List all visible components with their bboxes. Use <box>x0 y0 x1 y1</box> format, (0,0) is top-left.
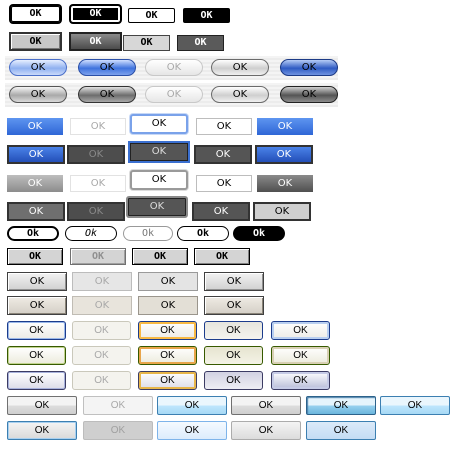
ok-button[interactable]: OK <box>211 59 269 76</box>
ok-button[interactable]: OK <box>7 175 63 192</box>
ok-button[interactable]: OK <box>7 346 66 365</box>
ok-button[interactable]: OK <box>257 175 313 192</box>
ok-button[interactable]: OK <box>204 371 263 390</box>
ok-button[interactable]: OK <box>78 86 136 103</box>
ok-button[interactable]: OK <box>192 202 250 221</box>
ok-button[interactable]: OK <box>7 202 65 221</box>
ok-button[interactable]: OK <box>204 321 263 340</box>
ok-button[interactable]: OK <box>157 421 227 440</box>
ok-button[interactable]: OK <box>128 8 175 23</box>
ok-button[interactable]: OK <box>7 118 63 135</box>
ok-button[interactable]: OK <box>138 296 198 315</box>
ok-button[interactable]: OK <box>194 145 252 164</box>
ok-button[interactable]: OK <box>204 346 263 365</box>
ok-button[interactable]: OK <box>306 421 376 440</box>
ok-button[interactable]: OK <box>70 118 126 135</box>
ok-button[interactable]: OK <box>72 321 131 340</box>
ok-button[interactable]: OK <box>204 272 264 291</box>
ok-button[interactable]: OK <box>196 175 252 192</box>
ok-button[interactable]: OK <box>83 421 153 440</box>
ok-button[interactable]: OK <box>78 59 136 76</box>
ok-button[interactable]: Ok <box>123 226 173 241</box>
ok-button[interactable]: OK <box>72 296 132 315</box>
ok-button[interactable]: OK <box>83 396 153 415</box>
ok-button[interactable]: OK <box>255 145 313 164</box>
ok-button[interactable]: OK <box>280 59 338 76</box>
ok-button[interactable]: OK <box>271 371 330 390</box>
ok-button[interactable]: OK <box>211 86 269 103</box>
ok-button[interactable]: OK <box>253 202 311 221</box>
ok-button[interactable]: OK <box>67 202 125 221</box>
ok-button[interactable]: Ok <box>7 226 59 241</box>
ok-button[interactable]: OK <box>70 175 126 192</box>
ok-button[interactable]: OK <box>130 170 188 190</box>
ok-button[interactable]: OK <box>67 145 125 164</box>
ok-button[interactable]: Ok <box>65 226 117 241</box>
ok-button[interactable]: Ok <box>177 226 229 241</box>
ok-button[interactable]: OK <box>271 321 330 340</box>
ok-button[interactable]: OK <box>138 371 197 390</box>
ok-button[interactable]: OK <box>7 145 65 164</box>
ok-button[interactable]: OK <box>157 396 227 415</box>
ok-button[interactable]: OK <box>9 32 62 51</box>
ok-button[interactable]: Ok <box>233 226 285 241</box>
ok-button[interactable]: OK <box>271 346 330 365</box>
ok-button[interactable]: OK <box>7 272 67 291</box>
ok-button[interactable]: OK <box>231 421 301 440</box>
ok-button[interactable]: OK <box>177 35 224 51</box>
ok-button[interactable]: OK <box>132 248 188 265</box>
ok-button[interactable]: OK <box>123 35 170 51</box>
ok-button[interactable]: OK <box>7 296 67 315</box>
ok-button[interactable]: OK <box>7 421 77 440</box>
ok-button[interactable]: OK <box>257 118 313 135</box>
ok-button[interactable]: OK <box>194 248 250 265</box>
ok-button[interactable]: OK <box>145 59 203 76</box>
button-skin-gallery: { "gallery": { "rows": [ {"name": "class… <box>0 0 474 456</box>
ok-button[interactable]: OK <box>280 86 338 103</box>
ok-button[interactable]: OK <box>72 346 131 365</box>
ok-button[interactable]: OK <box>9 59 67 76</box>
ok-button[interactable]: OK <box>7 396 77 415</box>
ok-button[interactable]: OK <box>380 396 450 415</box>
ok-button[interactable]: OK <box>231 396 301 415</box>
ok-button[interactable]: OK <box>69 4 122 24</box>
ok-button[interactable]: OK <box>9 86 67 103</box>
ok-button[interactable]: OK <box>306 396 376 415</box>
ok-button[interactable]: OK <box>9 4 62 24</box>
ok-button[interactable]: OK <box>7 248 63 265</box>
ok-button[interactable]: OK <box>196 118 252 135</box>
ok-button[interactable]: OK <box>7 321 66 340</box>
ok-button[interactable]: OK <box>145 86 203 103</box>
ok-button[interactable]: OK <box>138 321 197 340</box>
ok-button[interactable]: OK <box>130 114 188 134</box>
ok-button[interactable]: OK <box>70 248 126 265</box>
ok-button[interactable]: OK <box>204 296 264 315</box>
ok-button[interactable]: OK <box>183 8 230 23</box>
ok-button[interactable]: OK <box>138 272 198 291</box>
ok-button[interactable]: OK <box>7 371 66 390</box>
ok-button[interactable]: OK <box>128 141 190 163</box>
ok-button[interactable]: OK <box>69 32 122 51</box>
ok-button[interactable]: OK <box>138 346 197 365</box>
ok-button[interactable]: OK <box>72 371 131 390</box>
ok-button[interactable]: OK <box>72 272 132 291</box>
ok-button[interactable]: OK <box>126 196 188 218</box>
